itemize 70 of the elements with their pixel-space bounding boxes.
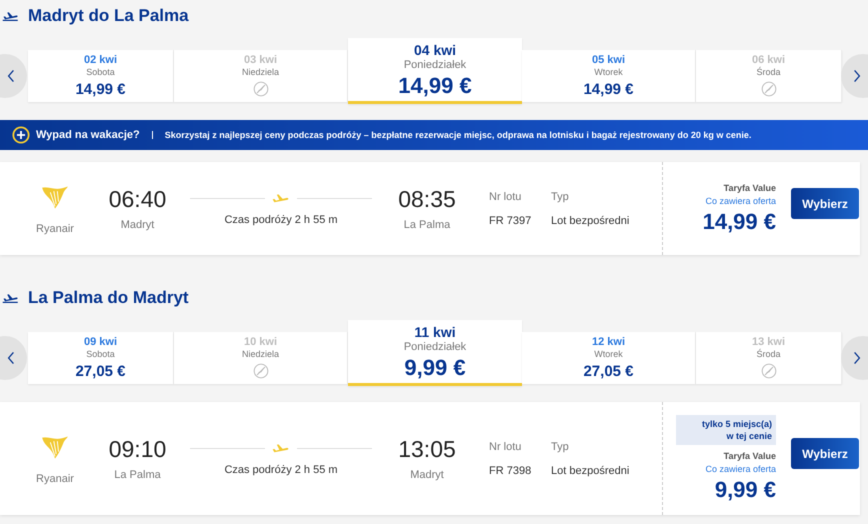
select-button[interactable]: Wybierz (791, 188, 859, 219)
date-label: 12 kwi (592, 336, 626, 348)
date-label: 05 kwi (592, 54, 626, 66)
departure-time: 09:10 (108, 436, 166, 463)
fare-name: Taryfa Value (724, 182, 776, 192)
flight-type: Lot bezpośredni (551, 214, 630, 226)
badge-text: tylko 5 miejsc(a) (700, 418, 772, 430)
date-label: 03 kwi (244, 54, 278, 66)
price-label: 14,99 € (583, 81, 634, 98)
departure-city: La Palma (114, 469, 161, 481)
price-label: 27,05 € (75, 363, 126, 380)
date-tab[interactable]: 11 kwi Poniedziałek 9,99 € (348, 320, 522, 386)
day-label: Środa (756, 67, 781, 77)
date-label: 10 kwi (244, 336, 278, 348)
date-tab[interactable]: 10 kwi Niedziela (174, 332, 348, 384)
badge-text: w tej cenie (725, 430, 772, 442)
date-tab[interactable]: 12 kwi Wtorek 27,05 € (522, 332, 696, 384)
select-button[interactable]: Wybierz (791, 438, 859, 469)
price-label: 14,99 € (75, 81, 126, 98)
flight-type: Lot bezpośredni (551, 464, 630, 476)
price-label: 27,05 € (583, 363, 634, 380)
section-title: Madryt do La Palma (28, 6, 189, 26)
price-label: 9,99 € (404, 355, 466, 381)
fare-name: Taryfa Value (724, 450, 776, 460)
flight-duration: Czas podróży 2 h 55 m (224, 214, 338, 226)
arrival-city: Madryt (410, 469, 444, 481)
section-title: La Palma do Madryt (28, 288, 189, 308)
flight-duration: Czas podróży 2 h 55 m (224, 464, 338, 476)
arrival-time: 13:05 (398, 436, 456, 463)
date-tab[interactable]: 05 kwi Wtorek 14,99 € (522, 50, 696, 102)
flight-type-label: Typ (551, 190, 570, 202)
day-label: Wtorek (594, 67, 623, 77)
date-label: 06 kwi (752, 54, 786, 66)
price-label: 14,99 € (398, 73, 472, 99)
flight-price: 9,99 € (714, 476, 776, 502)
day-label: Sobota (86, 67, 115, 77)
date-label: 13 kwi (752, 336, 786, 348)
day-label: Poniedziałek (404, 59, 466, 71)
banner-text: Skorzystaj z najlepszej ceny podczas podróży – bezpłatne rezerwacje miejsc, odprawa na lotnisku i bagaż rejestrowany do 20 kg w cenie. (164, 130, 752, 140)
airline-name: Ryanair (36, 222, 74, 234)
date-label: 09 kwi (84, 336, 118, 348)
departure-time: 06:40 (108, 186, 166, 213)
flight-number-label: Nr lotu (489, 440, 522, 452)
day-label: Środa (756, 349, 781, 359)
date-tab[interactable]: 09 kwi Sobota 27,05 € (28, 332, 174, 384)
day-label: Poniedziałek (404, 341, 466, 353)
date-tab[interactable]: 06 kwi Środa (696, 50, 842, 102)
date-label: 02 kwi (84, 54, 118, 66)
arrival-city: La Palma (404, 219, 450, 231)
day-label: Sobota (86, 349, 115, 359)
flight-number: FR 7397 (489, 214, 532, 226)
day-label: Niedziela (242, 349, 280, 359)
flight-number: FR 7398 (489, 464, 532, 476)
date-label: 11 kwi (414, 324, 456, 340)
date-label: 04 kwi (414, 42, 456, 58)
departure-city: Madryt (120, 219, 154, 231)
flight-type-label: Typ (551, 440, 570, 452)
arrival-time: 08:35 (398, 186, 456, 213)
flight-number-label: Nr lotu (489, 190, 522, 202)
date-tab[interactable]: 13 kwi Środa (696, 332, 842, 384)
offer-link[interactable]: Co zawiera oferta (705, 196, 776, 206)
date-tab[interactable]: 02 kwi Sobota 14,99 € (28, 50, 174, 102)
date-tab[interactable]: 04 kwi Poniedziałek 14,99 € (348, 38, 522, 104)
date-tab[interactable]: 03 kwi Niedziela (174, 50, 348, 102)
airline-name: Ryanair (36, 472, 74, 484)
day-label: Niedziela (242, 67, 280, 77)
offer-link[interactable]: Co zawiera oferta (705, 464, 776, 474)
banner-title: Wypad na wakacje? (36, 129, 140, 141)
day-label: Wtorek (594, 349, 623, 359)
flight-price: 14,99 € (702, 208, 776, 234)
